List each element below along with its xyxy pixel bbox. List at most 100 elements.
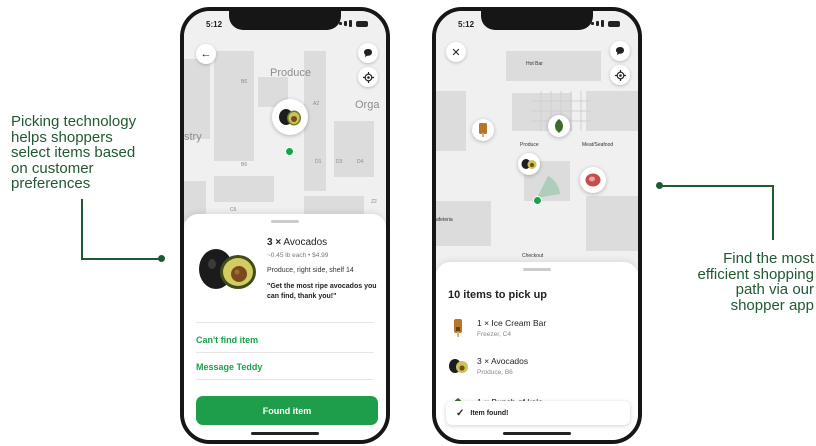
item-price: ~0.45 lb each • $4.99 bbox=[267, 252, 329, 259]
store-map[interactable]: Hot Bar Produce Meat/Seafood afeteria Ch… bbox=[436, 11, 638, 271]
map-label-pastry: stry bbox=[184, 131, 202, 143]
meat-icon bbox=[585, 173, 601, 187]
map-shelf bbox=[214, 51, 254, 161]
crosshair-icon bbox=[614, 69, 626, 81]
avocado-pin[interactable] bbox=[518, 153, 540, 175]
divider bbox=[196, 322, 374, 323]
recenter-button[interactable] bbox=[358, 67, 378, 87]
status-icons bbox=[339, 20, 368, 27]
meat-pin[interactable] bbox=[580, 167, 606, 193]
cant-find-item-link[interactable]: Can't find item bbox=[196, 335, 258, 345]
item-found-toast: ✓ Item found! bbox=[446, 401, 630, 425]
signal-icon bbox=[601, 20, 604, 27]
status-time: 5:12 bbox=[458, 20, 475, 29]
caption-line: Find the most bbox=[723, 250, 814, 267]
caption-efficient-path: Find the most efficient shopping path vi… bbox=[652, 251, 814, 313]
close-button[interactable]: ✕ bbox=[446, 42, 466, 62]
connector-dot bbox=[158, 255, 165, 262]
divider bbox=[196, 352, 374, 353]
avocado-icon bbox=[449, 359, 468, 373]
back-button[interactable]: ← bbox=[196, 44, 216, 64]
map-label-produce: Produce bbox=[520, 142, 539, 148]
ice-cream-icon bbox=[479, 123, 487, 137]
list-item-location: Produce, B6 bbox=[477, 369, 513, 376]
recenter-button[interactable] bbox=[610, 65, 630, 85]
item-name: Avocados bbox=[283, 237, 328, 248]
map-label-checkout: Checkout bbox=[522, 253, 544, 259]
map-shelf bbox=[184, 59, 210, 139]
sheet-grabber[interactable] bbox=[523, 268, 551, 271]
item-title: 3 × Avocados bbox=[267, 237, 327, 248]
avocado-image bbox=[199, 249, 256, 289]
connector-line-vertical bbox=[81, 199, 83, 258]
pickup-count-title: 10 items to pick up bbox=[448, 289, 548, 301]
home-indicator bbox=[251, 432, 319, 435]
map-label-cafeteria: afeteria bbox=[436, 217, 453, 223]
toast-label: Item found! bbox=[470, 409, 509, 417]
list-item-location: Freezer, C4 bbox=[477, 331, 511, 338]
map-shelf bbox=[214, 176, 274, 202]
list-item-name: 3 × Avocados bbox=[477, 356, 529, 366]
aisle-label: D4 bbox=[357, 159, 364, 165]
chat-button[interactable] bbox=[358, 43, 378, 63]
connector-line-horizontal bbox=[660, 185, 773, 187]
caption-line: select items based bbox=[11, 144, 136, 161]
caption-line: shopper app bbox=[730, 296, 814, 314]
aisle-label: D3 bbox=[336, 159, 343, 165]
list-item[interactable]: 1 × Ice Cream Bar Freezer, C4 bbox=[448, 317, 628, 345]
aisle-label: B6 bbox=[241, 79, 248, 85]
connector-line-horizontal bbox=[81, 258, 161, 260]
map-shelf bbox=[436, 201, 491, 246]
message-customer-link[interactable]: Message Teddy bbox=[196, 362, 262, 372]
caption-line: path via our bbox=[735, 281, 814, 298]
customer-note: "Get the most ripe avocados you can find… bbox=[267, 283, 377, 300]
map-shelf bbox=[586, 196, 638, 251]
map-shelf bbox=[436, 91, 466, 151]
battery-icon bbox=[608, 20, 620, 27]
caption-line: efficient shopping bbox=[697, 265, 814, 283]
phone-notch bbox=[229, 11, 341, 30]
map-shelf bbox=[506, 51, 601, 81]
item-location: Produce, right side, shelf 14 bbox=[267, 267, 354, 274]
signal-icon bbox=[596, 21, 599, 26]
map-label-meat-seafood: Meat/Seafood bbox=[582, 142, 614, 148]
caption-line: preferences bbox=[11, 175, 91, 192]
list-item[interactable]: 3 × Avocados Produce, B6 bbox=[448, 355, 628, 383]
kale-pin[interactable] bbox=[548, 115, 570, 137]
sheet-grabber[interactable] bbox=[271, 220, 299, 223]
map-label-organic: Orga bbox=[355, 99, 380, 111]
avocado-icon bbox=[279, 109, 301, 126]
signal-icon bbox=[339, 22, 342, 25]
ice-cream-pin[interactable] bbox=[472, 119, 494, 141]
map-label-hot-bar: Hot Bar bbox=[526, 61, 543, 67]
avocado-icon bbox=[521, 159, 537, 169]
chat-icon bbox=[616, 47, 624, 55]
caption-line: on customer bbox=[11, 159, 94, 177]
home-indicator bbox=[503, 432, 571, 435]
caption-line: Picking technology bbox=[11, 113, 137, 130]
signal-icon bbox=[344, 21, 347, 26]
status-time: 5:12 bbox=[206, 20, 223, 29]
found-item-button[interactable]: Found item bbox=[196, 396, 378, 425]
avocado-pin[interactable] bbox=[272, 99, 308, 135]
shopper-location-dot bbox=[285, 147, 294, 156]
divider bbox=[196, 379, 374, 380]
ice-cream-icon bbox=[454, 319, 462, 337]
map-label-produce: Produce bbox=[270, 67, 311, 79]
checkmark-icon: ✓ bbox=[456, 407, 465, 419]
chat-button[interactable] bbox=[610, 41, 630, 61]
shopper-location-dot bbox=[533, 196, 542, 205]
aisle-label: D1 bbox=[315, 159, 322, 165]
aisle-label: C6 bbox=[230, 207, 237, 213]
signal-icon bbox=[591, 22, 594, 25]
caption-line: helps shoppers bbox=[11, 128, 113, 146]
phone-notch bbox=[481, 11, 593, 30]
status-icons bbox=[591, 20, 620, 27]
kale-icon bbox=[555, 119, 563, 133]
item-quantity: 3 × bbox=[267, 237, 282, 248]
phone-item-picking: 5:12 Produce Orga stry B6 A2 B6 D1 D3 D4… bbox=[180, 7, 390, 444]
map-shelf bbox=[304, 196, 364, 216]
arrow-left-icon: ← bbox=[200, 48, 212, 60]
connector-line-vertical bbox=[772, 185, 774, 240]
caption-picking-technology: Picking technology helps shoppers select… bbox=[11, 114, 171, 192]
